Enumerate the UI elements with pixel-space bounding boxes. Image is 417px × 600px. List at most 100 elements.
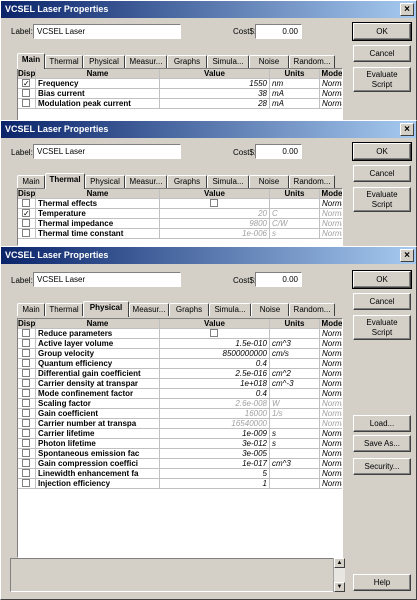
table-row[interactable]: Gain compression coeffici1e-017cm^3Norma…	[18, 459, 342, 469]
display-checkbox[interactable]	[22, 359, 30, 367]
parameter-mode[interactable]: Normal	[320, 219, 342, 229]
cost-input[interactable]: 0.00	[255, 272, 302, 287]
parameter-mode[interactable]: Normal	[320, 369, 342, 379]
label-input[interactable]: VCSEL Laser	[33, 144, 181, 159]
parameter-mode[interactable]: Normal	[320, 229, 342, 239]
display-checkbox[interactable]	[22, 399, 30, 407]
table-row[interactable]: Carrier density at transpar 1e+018 cm^-3 No…	[18, 379, 342, 389]
parameter-value[interactable]	[160, 199, 270, 209]
parameter-value[interactable]: 1	[160, 479, 270, 489]
parameter-value[interactable]: 3e-005	[160, 449, 270, 459]
parameter-value[interactable]: 8500000000	[160, 349, 270, 359]
tab-random[interactable]: Random...	[289, 303, 335, 316]
tab-main[interactable]: Main	[17, 175, 45, 188]
display-checkbox[interactable]	[22, 469, 30, 477]
tab-graphs[interactable]: Graphs	[167, 175, 207, 188]
display-checkbox[interactable]	[22, 89, 30, 97]
close-icon[interactable]: ×	[400, 3, 414, 16]
parameter-value[interactable]: 0.4	[160, 389, 270, 399]
parameter-mode[interactable]: Normal	[320, 329, 342, 339]
parameter-value[interactable]: 0.4	[160, 359, 270, 369]
parameter-value[interactable]: 9800	[160, 219, 270, 229]
table-row[interactable]: Modulation peak current28mANormal	[18, 99, 342, 109]
table-row[interactable]: ✓ Frequency1550nmNormal	[18, 79, 342, 89]
column-header-mode[interactable]: Mode	[320, 69, 342, 79]
table-row[interactable]: Carrier lifetime1e-009sNormal	[18, 429, 342, 439]
parameter-mode[interactable]: Normal	[320, 409, 342, 419]
display-checkbox[interactable]	[22, 429, 30, 437]
table-row[interactable]: Carrier number at transpa16540000 Normal	[18, 419, 342, 429]
parameter-mode[interactable]: Normal	[320, 429, 342, 439]
tab-graphs[interactable]: Graphs	[167, 55, 207, 68]
security-button[interactable]: Security...	[353, 458, 411, 475]
parameter-mode[interactable]: Normal	[320, 479, 342, 489]
column-header-value[interactable]: Value	[160, 189, 270, 199]
display-checkbox[interactable]	[22, 449, 30, 457]
column-header-units[interactable]: Units	[270, 69, 320, 79]
parameter-mode[interactable]: Normal	[320, 439, 342, 449]
table-row[interactable]: Linewidth enhancement fa5 Normal	[18, 469, 342, 479]
display-checkbox[interactable]: ✓	[22, 79, 30, 88]
cancel-button[interactable]: Cancel	[353, 293, 411, 310]
parameter-value[interactable]: 1e-017	[160, 459, 270, 469]
table-row[interactable]: Reduce parameters Normal	[18, 329, 342, 339]
parameter-mode[interactable]: Normal	[320, 399, 342, 409]
cancel-button[interactable]: Cancel	[353, 45, 411, 62]
display-checkbox[interactable]	[22, 199, 30, 207]
column-header-units[interactable]: Units	[270, 189, 320, 199]
tab-physical[interactable]: Physical	[83, 55, 125, 68]
parameter-mode[interactable]: Normal	[320, 89, 342, 99]
tab-main[interactable]: Main	[17, 303, 45, 316]
parameter-value[interactable]: 1550	[160, 79, 270, 89]
table-row[interactable]: Differential gain coefficient 2.5e-016 cm^…	[18, 369, 342, 379]
tab-main[interactable]: Main	[17, 53, 45, 69]
ok-button[interactable]: OK	[352, 270, 412, 289]
parameter-value[interactable]: 5	[160, 469, 270, 479]
table-row[interactable]: Mode confinement factor0.4 Normal	[18, 389, 342, 399]
column-header-name[interactable]: Name	[36, 319, 160, 329]
ok-button[interactable]: OK	[352, 142, 412, 161]
help-button[interactable]: Help	[353, 574, 411, 591]
parameter-value[interactable]: 1e+018	[160, 379, 270, 389]
display-checkbox[interactable]	[22, 369, 30, 377]
save-as-button[interactable]: Save As...	[353, 435, 411, 452]
tab-thermal[interactable]: Thermal	[45, 303, 83, 316]
parameter-mode[interactable]: Normal	[320, 339, 342, 349]
table-row[interactable]: Thermal time constant1e-006sNormal	[18, 229, 342, 239]
display-checkbox[interactable]	[22, 329, 30, 337]
tab-noise[interactable]: Noise	[251, 303, 289, 316]
parameter-value[interactable]: 3e-012	[160, 439, 270, 449]
tab-simulation[interactable]: Simula...	[207, 175, 249, 188]
column-header-units[interactable]: Units	[270, 319, 320, 329]
parameter-mode[interactable]: Normal	[320, 349, 342, 359]
display-checkbox[interactable]	[22, 459, 30, 467]
column-header-value[interactable]: Value	[160, 69, 270, 79]
parameter-value[interactable]: 1e-006	[160, 229, 270, 239]
value-checkbox[interactable]	[209, 329, 218, 337]
parameter-value[interactable]: 16000	[160, 409, 270, 419]
column-header-disp[interactable]: Disp	[18, 69, 36, 79]
display-checkbox[interactable]	[22, 349, 30, 357]
cost-input[interactable]: 0.00	[255, 24, 302, 39]
table-row[interactable]: Bias current38mANormal	[18, 89, 342, 99]
parameter-mode[interactable]: Normal	[320, 449, 342, 459]
table-row[interactable]: Gain coefficient160001/sNormal	[18, 409, 342, 419]
display-checkbox[interactable]	[22, 439, 30, 447]
close-icon[interactable]: ×	[400, 249, 414, 262]
tab-graphs[interactable]: Graphs	[169, 303, 209, 316]
load-button[interactable]: Load...	[353, 415, 411, 432]
column-header-disp[interactable]: Disp	[18, 319, 36, 329]
column-header-value[interactable]: Value	[160, 319, 270, 329]
column-header-disp[interactable]: Disp	[18, 189, 36, 199]
evaluate-script-button[interactable]: Evaluate Script	[353, 67, 411, 92]
parameter-value[interactable]: 16540000	[160, 419, 270, 429]
status-scrollbar[interactable]: ▲ ▼	[333, 558, 345, 592]
parameter-value[interactable]: 38	[160, 89, 270, 99]
table-row[interactable]: Active layer volume1.5e-010cm^3Normal	[18, 339, 342, 349]
display-checkbox[interactable]	[22, 219, 30, 227]
parameter-value[interactable]	[160, 329, 270, 339]
close-icon[interactable]: ×	[400, 123, 414, 136]
display-checkbox[interactable]	[22, 339, 30, 347]
label-input[interactable]: VCSEL Laser	[33, 24, 181, 39]
tab-thermal[interactable]: Thermal	[45, 55, 83, 68]
